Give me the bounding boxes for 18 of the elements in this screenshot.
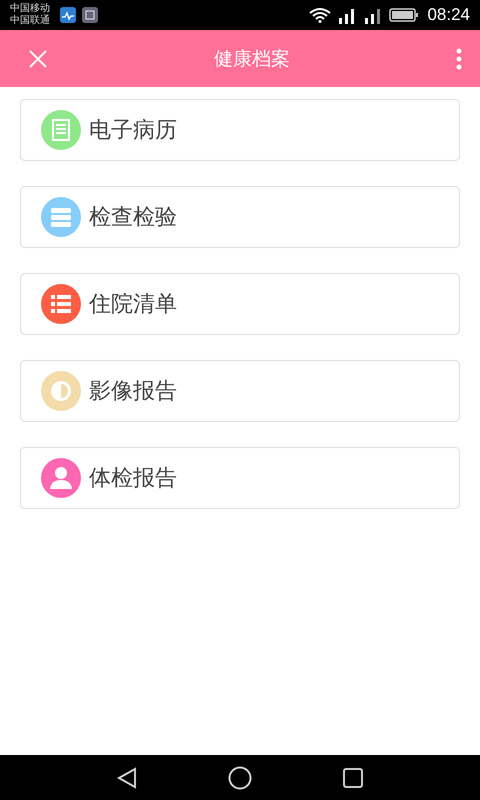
close-icon[interactable] (28, 48, 48, 68)
clock-time: 08:24 (427, 5, 470, 25)
menu-card[interactable]: 住院清单 (20, 273, 460, 335)
health-app-icon (60, 7, 76, 23)
recents-icon[interactable] (341, 766, 366, 790)
menu-card[interactable]: 电子病历 (20, 99, 460, 161)
battery-icon (389, 7, 420, 23)
menu-card[interactable]: 检查检验 (20, 186, 460, 248)
gallery-icon (82, 7, 98, 23)
menu-card[interactable]: 体检报告 (20, 447, 460, 509)
wifi-icon (309, 7, 332, 23)
page-title: 健康档案 (214, 46, 290, 72)
home-icon[interactable] (228, 766, 252, 790)
carrier-name: 中国移动 (10, 3, 50, 14)
carrier-name: 中国联通 (10, 15, 50, 27)
back-icon[interactable] (114, 766, 139, 790)
more-options-icon[interactable] (456, 48, 462, 70)
menu-card[interactable]: 影像报告 (20, 360, 460, 422)
